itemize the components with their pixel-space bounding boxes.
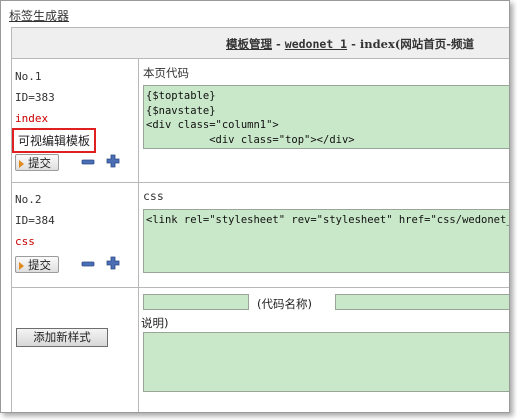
code-section-label: css bbox=[143, 189, 164, 203]
description-label: 说明) bbox=[141, 316, 169, 330]
template-table: 模板管理 - wedonet 1 - index(网站首页-频道 No.1 ID… bbox=[11, 27, 509, 412]
breadcrumb-template-manage[interactable]: 模板管理 bbox=[226, 37, 272, 51]
template-code-editor[interactable]: <link rel="stylesheet" rev="stylesheet" … bbox=[143, 209, 509, 273]
template-name-link[interactable]: css bbox=[15, 235, 35, 248]
arrow-right-icon bbox=[19, 160, 24, 168]
template-row: No.1 ID=383 index 可视编辑模板 提交 本页代码 {$topta… bbox=[12, 59, 509, 183]
header-row: 模板管理 - wedonet 1 - index(网站首页-频道 bbox=[12, 28, 509, 59]
template-id: ID=383 bbox=[15, 91, 55, 104]
code-name-input[interactable] bbox=[143, 294, 249, 310]
minus-icon[interactable] bbox=[81, 257, 95, 271]
visual-edit-template-link[interactable]: 可视编辑模板 bbox=[12, 128, 97, 153]
new-style-form-cell: (代码名称) 说明) bbox=[139, 288, 509, 412]
new-style-action-cell: 添加新样式 bbox=[12, 288, 139, 412]
template-code-editor[interactable]: {$toptable} {$navstate} <div class="colu… bbox=[143, 85, 509, 149]
template-name-link[interactable]: index bbox=[15, 112, 48, 125]
template-row: No.2 ID=384 css 提交 css <link rel="styles… bbox=[12, 183, 509, 288]
arrow-right-icon bbox=[19, 262, 24, 270]
template-meta-cell: No.1 ID=383 index 可视编辑模板 提交 bbox=[12, 59, 139, 182]
template-code-cell: css <link rel="stylesheet" rev="styleshe… bbox=[139, 183, 509, 287]
submit-label: 提交 bbox=[28, 156, 51, 170]
minus-icon[interactable] bbox=[81, 155, 95, 169]
breadcrumb-site[interactable]: wedonet 1 bbox=[285, 37, 347, 51]
breadcrumb-separator: - bbox=[347, 37, 360, 51]
template-meta-cell: No.2 ID=384 css 提交 bbox=[12, 183, 139, 287]
submit-label: 提交 bbox=[28, 258, 51, 272]
new-style-code-editor[interactable] bbox=[143, 332, 509, 392]
code-name-label: (代码名称) bbox=[257, 297, 312, 311]
template-number: No.2 bbox=[15, 193, 42, 206]
plus-icon[interactable] bbox=[106, 256, 120, 270]
new-style-row: 添加新样式 (代码名称) 说明) bbox=[12, 288, 509, 412]
breadcrumb-separator: - bbox=[272, 37, 285, 51]
template-number: No.1 bbox=[15, 70, 42, 83]
submit-button[interactable]: 提交 bbox=[15, 256, 59, 273]
add-new-style-button[interactable]: 添加新样式 bbox=[16, 328, 108, 347]
template-code-cell: 本页代码 {$toptable} {$navstate} <div class=… bbox=[139, 59, 509, 182]
breadcrumb-current-page: index(网站首页-频道 bbox=[359, 37, 475, 51]
template-id: ID=384 bbox=[15, 214, 55, 227]
breadcrumb: 模板管理 - wedonet 1 - index(网站首页-频道 bbox=[226, 36, 474, 52]
code-extra-input[interactable] bbox=[335, 294, 509, 310]
plus-icon[interactable] bbox=[106, 154, 120, 168]
window-frame: 标签生成器 模板管理 - wedonet 1 - index(网站首页-频道 N… bbox=[0, 0, 510, 413]
code-section-label: 本页代码 bbox=[143, 66, 189, 80]
submit-button[interactable]: 提交 bbox=[15, 154, 59, 171]
tag-generator-link[interactable]: 标签生成器 bbox=[9, 7, 69, 24]
